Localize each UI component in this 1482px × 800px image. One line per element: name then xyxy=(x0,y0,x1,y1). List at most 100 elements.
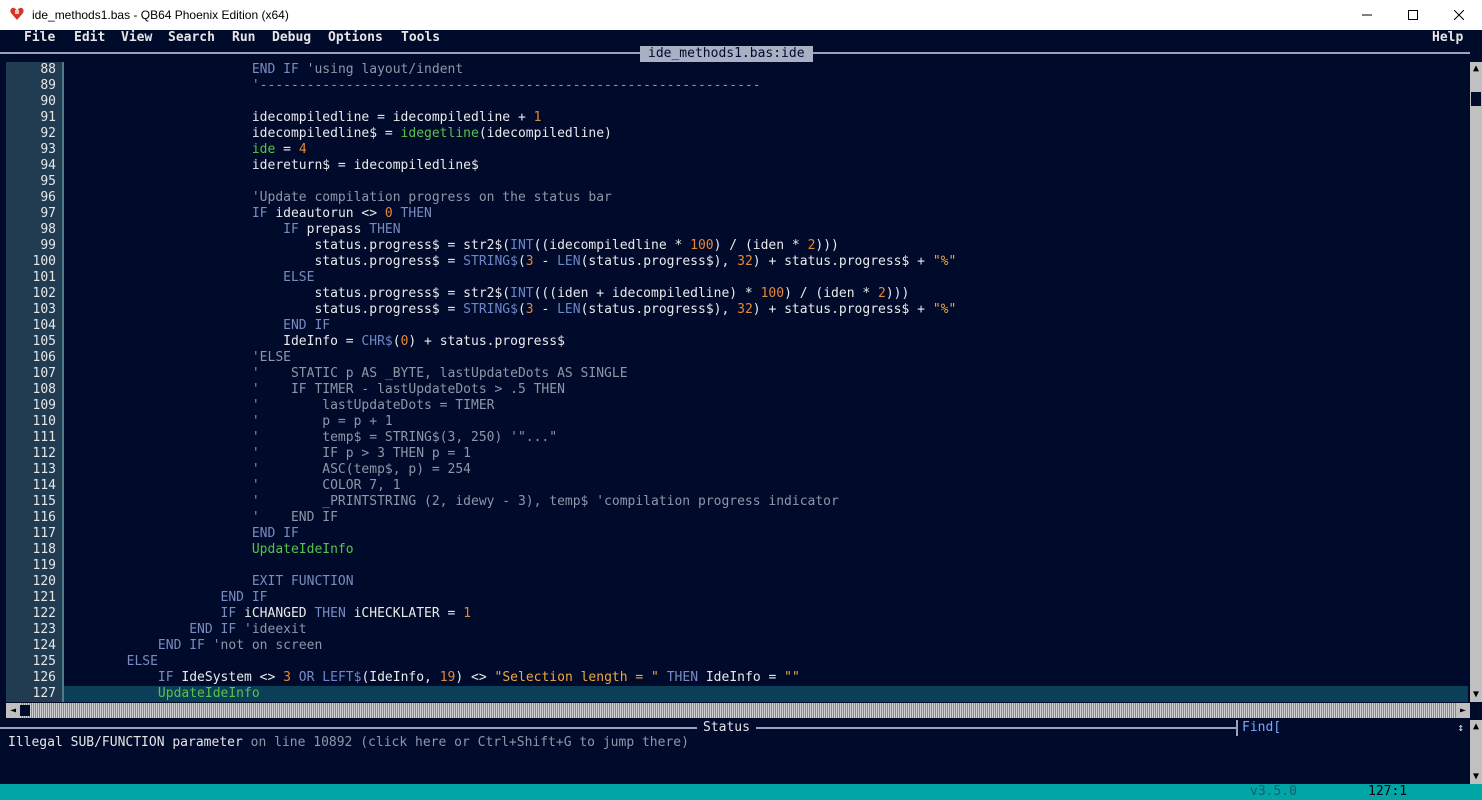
code-line[interactable]: status.progress$ = str2$(INT(((iden + id… xyxy=(64,286,1468,302)
line-number: 102 xyxy=(32,286,56,301)
code-line[interactable]: IF prepass THEN xyxy=(64,222,1468,238)
code-area[interactable]: END IF 'using layout/indent '-----------… xyxy=(64,62,1468,702)
editor-vertical-scrollbar[interactable]: ▲ ▼ xyxy=(1470,62,1482,702)
code-line[interactable] xyxy=(64,558,1468,574)
code-line[interactable]: END IF xyxy=(64,526,1468,542)
menu-edit[interactable]: Edit xyxy=(74,30,105,46)
scroll-left-icon[interactable]: ◄ xyxy=(6,703,20,718)
code-line[interactable]: ' temp$ = STRING$(3, 250) '"..." xyxy=(64,430,1468,446)
code-line[interactable]: status.progress$ = str2$(INT((idecompile… xyxy=(64,238,1468,254)
cursor-position: 127:1 xyxy=(1368,784,1408,799)
menu-file[interactable]: File xyxy=(24,30,55,46)
line-number: 100 xyxy=(32,254,56,269)
code-line[interactable]: ELSE xyxy=(64,654,1468,670)
code-token: ))) xyxy=(815,238,839,253)
scroll-up-icon[interactable]: ▲ xyxy=(1470,62,1482,76)
code-token: CHR$ xyxy=(361,334,393,349)
find-updown-icon[interactable]: ↕ xyxy=(1457,720,1464,736)
code-token: 2 xyxy=(878,286,886,301)
code-line[interactable]: END IF 'using layout/indent xyxy=(64,62,1468,78)
status-scroll-down-icon[interactable]: ▼ xyxy=(1470,770,1482,784)
code-line[interactable]: idecompiledline$ = idegetline(idecompile… xyxy=(64,126,1468,142)
menu-help[interactable]: Help xyxy=(1432,30,1463,46)
window-titlebar: ide_methods1.bas - QB64 Phoenix Edition … xyxy=(0,0,1482,30)
find-label[interactable]: Find[ xyxy=(1242,720,1281,736)
code-token: ELSE xyxy=(64,270,315,285)
code-line[interactable]: IF IdeSystem <> 3 OR LEFT$(IdeInfo, 19) … xyxy=(64,670,1468,686)
code-line[interactable]: ELSE xyxy=(64,270,1468,286)
scroll-thumb-horizontal[interactable] xyxy=(20,705,30,716)
status-vertical-scrollbar[interactable]: ▲ ▼ xyxy=(1470,720,1482,784)
code-line[interactable]: UpdateIdeInfo xyxy=(64,686,1468,702)
code-line[interactable]: END IF 'ideexit xyxy=(64,622,1468,638)
editor-horizontal-scrollbar[interactable]: ◄ ► xyxy=(6,703,1470,718)
code-token: IdeSystem <> xyxy=(173,670,284,685)
code-token: 4 xyxy=(298,142,307,157)
line-number: 122 xyxy=(32,606,56,621)
code-line[interactable]: ' _PRINTSTRING (2, idewy - 3), temp$ 'co… xyxy=(64,494,1468,510)
code-line[interactable] xyxy=(64,94,1468,110)
code-line[interactable]: EXIT FUNCTION xyxy=(64,574,1468,590)
status-scroll-up-icon[interactable]: ▲ xyxy=(1470,720,1482,734)
code-token: 19 xyxy=(439,670,456,685)
code-line[interactable]: ' lastUpdateDots = TIMER xyxy=(64,398,1468,414)
code-line[interactable]: status.progress$ = STRING$(3 - LEN(statu… xyxy=(64,254,1468,270)
line-number-gutter: 88 89 90 91 92 93 94 95 96 97 98 99 100 101 102 103 104 1… xyxy=(6,62,64,702)
minimize-button[interactable] xyxy=(1344,0,1390,30)
code-line[interactable]: ' COLOR 7, 1 xyxy=(64,478,1468,494)
code-line[interactable]: END IF xyxy=(64,318,1468,334)
code-line[interactable]: ' IF TIMER - lastUpdateDots > .5 THEN xyxy=(64,382,1468,398)
scroll-down-icon[interactable]: ▼ xyxy=(1470,688,1482,702)
scroll-right-icon[interactable]: ► xyxy=(1456,703,1470,718)
code-line[interactable]: idecompiledline = idecompiledline + 1 xyxy=(64,110,1468,126)
code-line[interactable]: UpdateIdeInfo xyxy=(64,542,1468,558)
error-location-text[interactable]: on line 10892 (click here or Ctrl+Shift+… xyxy=(243,735,689,750)
code-token: 32 xyxy=(737,302,753,317)
code-token: LEFT$ xyxy=(314,670,362,685)
status-error-message[interactable]: Illegal SUB/FUNCTION parameter on line 1… xyxy=(8,735,689,751)
code-token: 32 xyxy=(737,254,753,269)
code-token: IF xyxy=(64,222,299,237)
menu-view[interactable]: View xyxy=(121,30,152,46)
code-line[interactable]: ' STATIC p AS _BYTE, lastUpdateDots AS S… xyxy=(64,366,1468,382)
menu-search[interactable]: Search xyxy=(168,30,215,46)
code-token: ) / (iden * xyxy=(784,286,878,301)
menu-tools[interactable]: Tools xyxy=(401,30,440,46)
find-box[interactable]: Find[ ↕ xyxy=(1236,720,1472,736)
code-token: "" xyxy=(784,670,800,685)
error-text[interactable]: Illegal SUB/FUNCTION parameter xyxy=(8,735,243,750)
line-number: 91 xyxy=(40,110,56,125)
code-line[interactable]: status.progress$ = STRING$(3 - LEN(statu… xyxy=(64,302,1468,318)
editor-tab-title[interactable]: ide_methods1.bas:ide xyxy=(640,46,813,62)
code-line[interactable]: ' IF p > 3 THEN p = 1 xyxy=(64,446,1468,462)
menu-debug[interactable]: Debug xyxy=(272,30,311,46)
code-line[interactable]: ' ASC(temp$, p) = 254 xyxy=(64,462,1468,478)
code-line[interactable]: END IF xyxy=(64,590,1468,606)
close-button[interactable] xyxy=(1436,0,1482,30)
line-number: 116 xyxy=(32,510,56,525)
code-line[interactable]: ' END IF xyxy=(64,510,1468,526)
code-line[interactable]: IdeInfo = CHR$(0) + status.progress$ xyxy=(64,334,1468,350)
maximize-button[interactable] xyxy=(1390,0,1436,30)
code-line[interactable]: idereturn$ = idecompiledline$ xyxy=(64,158,1468,174)
menu-options[interactable]: Options xyxy=(328,30,383,46)
code-line[interactable] xyxy=(64,174,1468,190)
code-line[interactable]: '---------------------------------------… xyxy=(64,78,1468,94)
code-line[interactable]: ' p = p + 1 xyxy=(64,414,1468,430)
line-number: 108 xyxy=(32,382,56,397)
menu-run[interactable]: Run xyxy=(232,30,255,46)
code-line[interactable]: ide = 4 xyxy=(64,142,1468,158)
window-title: ide_methods1.bas - QB64 Phoenix Edition … xyxy=(32,8,289,22)
line-number: 112 xyxy=(32,446,56,461)
code-token: END IF xyxy=(64,526,299,541)
code-token: ' lastUpdateDots = TIMER xyxy=(64,398,495,413)
line-number: 92 xyxy=(40,126,56,141)
code-line[interactable]: IF iCHANGED THEN iCHECKLATER = 1 xyxy=(64,606,1468,622)
code-line[interactable]: IF ideautorun <> 0 THEN xyxy=(64,206,1468,222)
code-line[interactable]: 'Update compilation progress on the stat… xyxy=(64,190,1468,206)
code-line[interactable]: END IF 'not on screen xyxy=(64,638,1468,654)
status-pane: Status Illegal SUB/FUNCTION parameter on… xyxy=(0,720,1482,784)
code-token: "%" xyxy=(932,254,957,269)
scroll-thumb[interactable] xyxy=(1471,92,1481,106)
code-line[interactable]: 'ELSE xyxy=(64,350,1468,366)
